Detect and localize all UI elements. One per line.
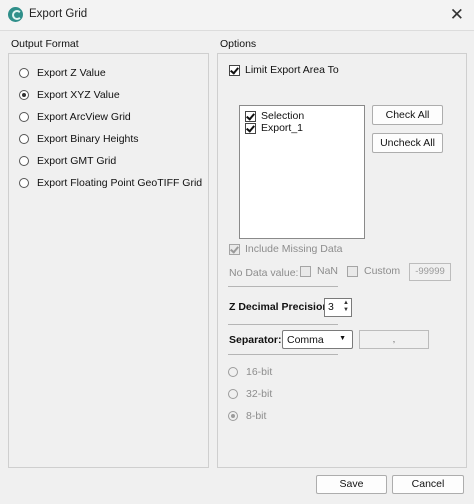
radio-8-bit[interactable]: 8-bit xyxy=(228,408,266,424)
radio-button[interactable] xyxy=(228,367,238,377)
radio-button[interactable] xyxy=(228,389,238,399)
title-bar: Export Grid ✕ xyxy=(0,0,474,31)
custom-no-data-field[interactable]: -99999 xyxy=(409,263,451,281)
radio-label: Export GMT Grid xyxy=(37,155,117,167)
nan-label: NaN xyxy=(317,265,339,277)
checkbox[interactable] xyxy=(245,110,256,122)
output-format-group: Export Z Value Export XYZ Value Export A… xyxy=(8,53,209,468)
options-panel: Options Limit Export Area To Selection E… xyxy=(217,38,467,468)
spin-down-icon[interactable]: ▼ xyxy=(343,307,349,313)
close-icon[interactable]: ✕ xyxy=(450,5,464,25)
checkbox[interactable] xyxy=(347,265,358,277)
list-item-label: Export_1 xyxy=(261,122,304,134)
radio-label: 16-bit xyxy=(246,366,273,378)
radio-button[interactable] xyxy=(228,411,238,421)
z-precision-value: 3 xyxy=(328,301,334,313)
separator-label: Separator: xyxy=(229,334,282,346)
checkbox[interactable] xyxy=(245,122,256,134)
list-item[interactable]: Export_1 xyxy=(245,122,303,134)
radio-label: Export Floating Point GeoTIFF Grid xyxy=(37,177,203,189)
radio-export-binary-heights[interactable]: Export Binary Heights xyxy=(19,131,139,147)
cancel-button[interactable]: Cancel xyxy=(392,475,464,494)
checkbox[interactable] xyxy=(229,243,240,255)
save-button[interactable]: Save xyxy=(316,475,387,494)
radio-button[interactable] xyxy=(19,90,29,100)
spin-up-icon[interactable]: ▲ xyxy=(343,300,349,306)
include-missing-data-label: Include Missing Data xyxy=(245,243,343,255)
uncheck-all-button[interactable]: Uncheck All xyxy=(372,133,443,153)
radio-label: 32-bit xyxy=(246,388,273,400)
chevron-down-icon: ▼ xyxy=(339,335,346,342)
nan-checkbox[interactable]: NaN xyxy=(300,265,338,277)
export-area-list[interactable]: Selection Export_1 xyxy=(239,105,365,239)
radio-label: 8-bit xyxy=(246,410,267,422)
divider xyxy=(228,354,338,355)
divider xyxy=(228,286,338,287)
radio-export-geotiff-grid[interactable]: Export Floating Point GeoTIFF Grid xyxy=(19,175,202,191)
radio-label: Export Z Value xyxy=(37,67,106,79)
radio-32-bit[interactable]: 32-bit xyxy=(228,386,272,402)
limit-export-area-checkbox[interactable]: Limit Export Area To xyxy=(229,64,339,76)
window-title: Export Grid xyxy=(29,8,88,20)
include-missing-data-checkbox[interactable]: Include Missing Data xyxy=(229,243,342,255)
radio-label: Export ArcView Grid xyxy=(37,111,131,123)
custom-label: Custom xyxy=(364,265,401,277)
radio-button[interactable] xyxy=(19,178,29,188)
radio-button[interactable] xyxy=(19,156,29,166)
separator-dropdown[interactable]: Comma ▼ xyxy=(282,330,353,349)
separator-preview-field[interactable]: , xyxy=(359,330,429,349)
output-format-panel: Output Format Export Z Value Export XYZ … xyxy=(8,38,209,468)
radio-button[interactable] xyxy=(19,68,29,78)
list-item-label: Selection xyxy=(261,110,305,122)
options-group: Limit Export Area To Selection Export_1 … xyxy=(217,53,467,468)
z-precision-spinbox[interactable]: 3 ▲ ▼ xyxy=(324,298,352,317)
checkbox[interactable] xyxy=(300,265,311,277)
options-label: Options xyxy=(220,38,257,50)
radio-export-z-value[interactable]: Export Z Value xyxy=(19,65,106,81)
radio-label: Export Binary Heights xyxy=(37,133,139,145)
radio-export-arcview-grid[interactable]: Export ArcView Grid xyxy=(19,109,131,125)
checkbox[interactable] xyxy=(229,64,240,76)
output-format-label: Output Format xyxy=(11,38,79,50)
radio-button[interactable] xyxy=(19,134,29,144)
check-all-button[interactable]: Check All xyxy=(372,105,443,125)
custom-checkbox[interactable]: Custom xyxy=(347,265,400,277)
z-precision-label: Z Decimal Precision: xyxy=(229,301,333,313)
radio-16-bit[interactable]: 16-bit xyxy=(228,364,272,380)
separator-selected: Comma xyxy=(287,334,324,346)
divider xyxy=(228,324,338,325)
list-item[interactable]: Selection xyxy=(245,110,304,122)
radio-label: Export XYZ Value xyxy=(37,89,120,101)
radio-button[interactable] xyxy=(19,112,29,122)
radio-export-xyz-value[interactable]: Export XYZ Value xyxy=(19,87,120,103)
no-data-value-label: No Data value: xyxy=(229,267,299,279)
app-logo-icon xyxy=(8,7,23,22)
radio-export-gmt-grid[interactable]: Export GMT Grid xyxy=(19,153,116,169)
limit-export-area-label: Limit Export Area To xyxy=(245,64,339,76)
